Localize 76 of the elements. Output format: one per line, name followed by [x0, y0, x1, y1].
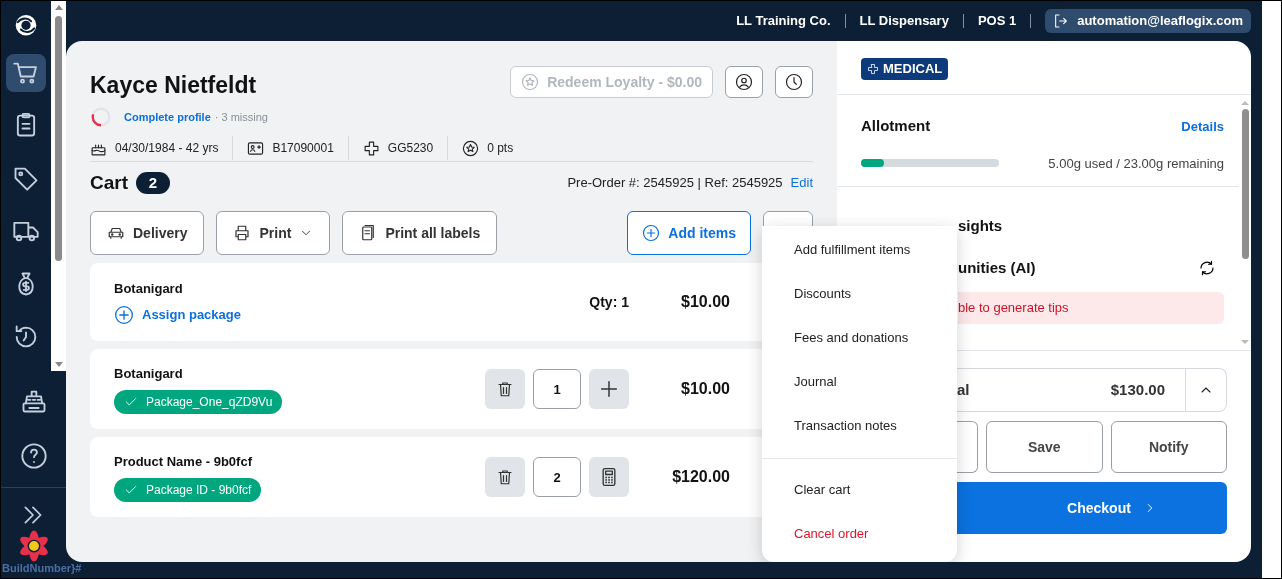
plus-icon: [598, 378, 620, 400]
complete-profile-link[interactable]: Complete profile: [124, 108, 211, 126]
add-items-button[interactable]: Add items: [627, 211, 751, 255]
product-name: Botanigard: [114, 280, 184, 299]
refresh-icon[interactable]: [1198, 259, 1216, 278]
history-button[interactable]: [775, 66, 813, 98]
medical-cross-icon: [867, 63, 879, 75]
customer-name: Kayce Nietfeldt: [90, 71, 257, 100]
delete-button[interactable]: [485, 457, 525, 497]
printer-icon: [233, 224, 252, 242]
app-logo-icon: [13, 13, 39, 38]
plus-circle-icon: [114, 304, 134, 325]
user-icon: [735, 73, 753, 91]
build-number-label: BuildNumber}#: [2, 561, 82, 576]
error-message: ble to generate tips: [958, 291, 1224, 324]
subtotal-label: al: [957, 379, 970, 400]
user-button[interactable]: automation@leaflogix.com: [1045, 9, 1251, 33]
location-label: POS 1: [963, 14, 1032, 28]
trash-icon: [496, 380, 514, 398]
labels-button[interactable]: Print all labels: [342, 211, 498, 255]
medical-badge: MEDICAL: [861, 58, 949, 80]
menu-item[interactable]: Cancel order: [762, 512, 957, 556]
action-button[interactable]: [957, 421, 978, 473]
increase-button[interactable]: [589, 369, 629, 409]
menu-item[interactable]: Clear cart: [762, 468, 957, 512]
allotment-title: Allotment: [861, 116, 931, 136]
item-price: $120.00: [671, 467, 730, 487]
customer-detail: 0 pts: [487, 140, 514, 157]
item-price: $10.00: [680, 379, 730, 399]
quantity-field[interactable]: 1: [533, 369, 581, 409]
customer-detail: GG5230: [387, 140, 434, 157]
profile-progress-ring: [90, 106, 112, 128]
calculator-button[interactable]: [589, 457, 629, 497]
quantity-label: Qty: 1: [589, 292, 629, 312]
id-card-icon: [247, 139, 265, 157]
profile-button[interactable]: [725, 66, 763, 98]
logout-icon: [1053, 13, 1070, 29]
help-icon: [19, 442, 48, 470]
scrollbar[interactable]: [51, 1, 66, 371]
medical-cross-icon: [362, 139, 380, 157]
insights-title: sights: [958, 216, 1004, 235]
summary-button[interactable]: Save: [986, 421, 1103, 473]
checkout-button[interactable]: Checkout: [957, 482, 1227, 534]
sidebar-item[interactable]: [6, 53, 46, 92]
delete-button[interactable]: [485, 369, 525, 409]
menu-item[interactable]: Add fulfillment items: [762, 228, 957, 272]
summary-button[interactable]: Notify: [1110, 421, 1227, 473]
print-button[interactable]: Print: [216, 211, 331, 255]
product-name: Botanigard: [114, 365, 184, 384]
details-link[interactable]: Details: [1181, 116, 1224, 136]
cart-count-badge: 2: [136, 172, 170, 194]
trash-icon: [496, 468, 514, 486]
delivery-button[interactable]: Delivery: [90, 211, 205, 255]
edit-link[interactable]: Edit: [790, 173, 813, 193]
missing-count-label: · 3 missing: [214, 109, 268, 125]
location-label: LL Dispensary: [845, 14, 964, 28]
customer-detail: 04/30/1984 - 42 yrs: [115, 140, 219, 157]
allotment-reading: 5.00g used / 23.00g remaining: [1048, 154, 1224, 173]
product-name: Product Name - 9b0fcf: [114, 453, 253, 472]
opportunities-title: unities (AI): [958, 258, 1036, 278]
item-price: $10.00: [680, 292, 730, 312]
menu-item[interactable]: Fees and donations: [762, 316, 957, 360]
menu-item[interactable]: Journal: [762, 360, 957, 404]
quantity-field[interactable]: 2: [533, 457, 581, 497]
package-tag: Package ID - 9b0fcf: [114, 477, 262, 502]
menu-item[interactable]: Discounts: [762, 272, 957, 316]
order-reference: Pre-Order #: 2545925 | Ref: 2545925: [567, 174, 783, 193]
subtotal-amount: $130.00: [1110, 379, 1166, 400]
customer-detail: B17090001: [272, 140, 334, 157]
plus-circle-icon: [642, 224, 661, 242]
menu-item[interactable]: Transaction notes: [762, 404, 957, 448]
location-label: LL Training Co.: [722, 14, 846, 28]
assign-package-link[interactable]: Assign package: [114, 304, 241, 325]
cart-title: Cart: [90, 170, 128, 195]
clock-icon: [785, 73, 803, 91]
package-tag: Package_One_qZD9Vu: [114, 389, 283, 414]
